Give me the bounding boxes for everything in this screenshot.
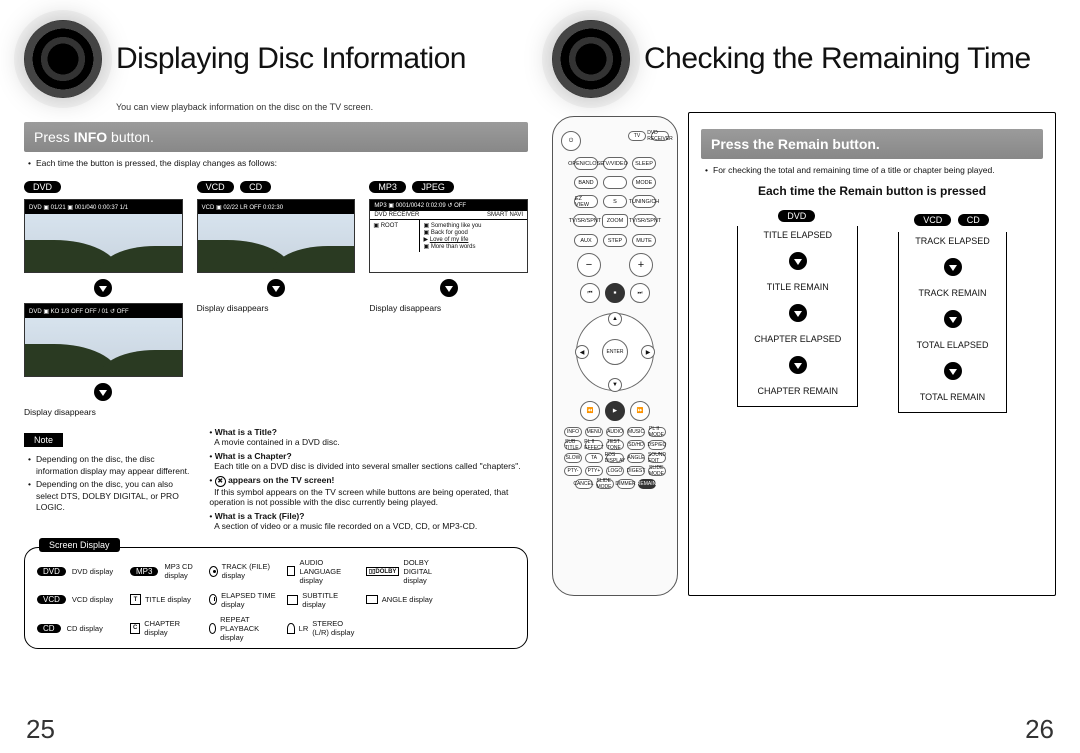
down-arrow-icon bbox=[789, 252, 807, 270]
def-title-q: What is a Title? bbox=[215, 427, 277, 437]
mp3-column: MP3 JPEG MP3 ▣ 0001/0042 0:02:09 ↺ OFF D… bbox=[369, 177, 528, 417]
display-disappears-dvd: Display disappears bbox=[24, 407, 183, 417]
def-forbid-a: If this symbol appears on the TV screen … bbox=[209, 487, 508, 507]
remain-cycle-head: Each time the Remain button is pressed bbox=[701, 184, 1043, 198]
def-title-a: A movie contained in a DVD disc. bbox=[214, 437, 340, 447]
instruction-bar-remain: Press the Remain button. bbox=[701, 129, 1043, 159]
down-arrow-icon bbox=[789, 356, 807, 374]
remain-note: For checking the total and remaining tim… bbox=[705, 165, 1039, 176]
dvd-column: DVD DVD ▣ 01/21 ▣ 001/040 0:00:37 1/1 DV… bbox=[24, 177, 183, 417]
note-2: Depending on the disc, you can also sele… bbox=[28, 479, 191, 513]
power-button[interactable]: ⏻ bbox=[561, 131, 581, 151]
remain-button[interactable]: REMAIN bbox=[638, 479, 656, 489]
dvd-osd-2: DVD ▣ KO 1/3 OFF OFF / 01 ↺ OFF bbox=[25, 304, 182, 318]
down-arrow-icon bbox=[94, 383, 112, 401]
pill-mp3: MP3 bbox=[369, 181, 406, 193]
speaker-icon bbox=[24, 20, 102, 98]
down-arrow-icon bbox=[944, 362, 962, 380]
vcd-osd: VCD ▣ 02/22 LR OFF 0:02:30 bbox=[198, 200, 355, 214]
pill-cd-flow: CD bbox=[958, 214, 989, 226]
mp3-osd: MP3 ▣ 0001/0042 0:02:09 ↺ OFF bbox=[370, 200, 527, 211]
display-disappears-mp3: Display disappears bbox=[369, 303, 528, 313]
instruction-note: Each time the button is pressed, the dis… bbox=[28, 158, 524, 169]
title-left: Displaying Disc Information bbox=[116, 42, 466, 76]
forbidden-icon: ✖ bbox=[215, 476, 226, 487]
vol-down[interactable]: − bbox=[577, 253, 601, 277]
vol-up[interactable]: + bbox=[629, 253, 653, 277]
def-track-a: A section of video or a music file recor… bbox=[214, 521, 477, 531]
legend-tab: Screen Display bbox=[39, 538, 120, 552]
dvd-screen-1: DVD ▣ 01/21 ▣ 001/040 0:00:37 1/1 bbox=[24, 199, 183, 273]
remote-control: ⏻TVDVD RECEIVER OPEN/CLOSETV/VIDEOSLEEP … bbox=[552, 116, 678, 596]
def-chapter-q: What is a Chapter? bbox=[215, 451, 292, 461]
pill-dvd-flow: DVD bbox=[778, 210, 815, 222]
vcd-column: VCD CD VCD ▣ 02/22 LR OFF 0:02:30 Displa… bbox=[197, 177, 356, 417]
def-track-q: What is a Track (File)? bbox=[215, 511, 305, 521]
page-right: Checking the Remaining Time ⏻TVDVD RECEI… bbox=[552, 20, 1056, 649]
note-label: Note bbox=[24, 433, 63, 447]
screen-display-legend: Screen Display DVDDVD display MP3MP3 CD … bbox=[24, 547, 528, 649]
down-arrow-icon bbox=[944, 310, 962, 328]
mp3-screen: MP3 ▣ 0001/0042 0:02:09 ↺ OFF DVD RECEIV… bbox=[369, 199, 528, 273]
speaker-icon bbox=[552, 20, 630, 98]
title-right: Checking the Remaining Time bbox=[644, 42, 1031, 76]
def-chapter-a: Each title on a DVD disc is divided into… bbox=[214, 461, 521, 471]
down-arrow-icon bbox=[94, 279, 112, 297]
note-1: Depending on the disc, the disc informat… bbox=[28, 454, 191, 477]
down-arrow-icon bbox=[789, 304, 807, 322]
dvd-screen-2: DVD ▣ KO 1/3 OFF OFF / 01 ↺ OFF bbox=[24, 303, 183, 377]
down-arrow-icon bbox=[944, 258, 962, 276]
page-number-left: 25 bbox=[26, 714, 55, 745]
pill-vcd: VCD bbox=[197, 181, 234, 193]
down-arrow-icon bbox=[440, 279, 458, 297]
instruction-bar-info: Press INFO button. bbox=[24, 122, 528, 152]
down-arrow-icon bbox=[267, 279, 285, 297]
pill-jpeg: JPEG bbox=[412, 181, 454, 193]
subtitle-left: You can view playback information on the… bbox=[116, 102, 528, 112]
pill-cd: CD bbox=[240, 181, 271, 193]
remain-panel: Press the Remain button. For checking th… bbox=[688, 112, 1056, 596]
pill-vcd-flow: VCD bbox=[914, 214, 951, 226]
dvd-osd-1: DVD ▣ 01/21 ▣ 001/040 0:00:37 1/1 bbox=[25, 200, 182, 214]
page-number-right: 26 bbox=[1025, 714, 1054, 745]
d-pad[interactable]: ▲▼◀▶ ENTER bbox=[576, 313, 654, 391]
pill-dvd: DVD bbox=[24, 181, 61, 193]
page-left: Displaying Disc Information You can view… bbox=[24, 20, 528, 649]
def-forbid-q: appears on the TV screen! bbox=[228, 475, 334, 485]
vcd-screen: VCD ▣ 02/22 LR OFF 0:02:30 bbox=[197, 199, 356, 273]
display-disappears-vcd: Display disappears bbox=[197, 303, 356, 313]
